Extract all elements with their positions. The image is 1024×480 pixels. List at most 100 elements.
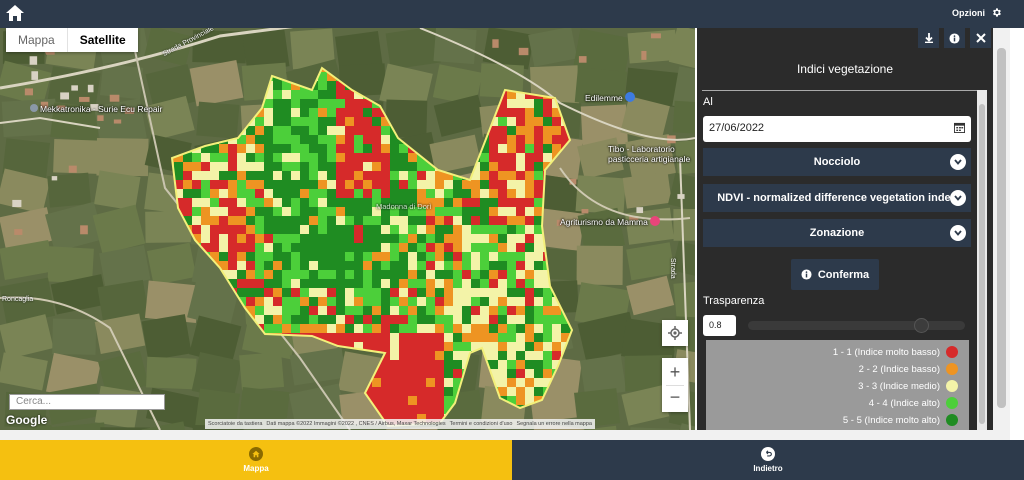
ndvi-cell	[282, 396, 291, 405]
transparency-slider[interactable]	[748, 318, 965, 333]
ndvi-cell	[507, 216, 516, 225]
ndvi-cell	[174, 351, 183, 360]
ndvi-cell	[561, 396, 570, 405]
poi-tibo[interactable]: Tibo - Laboratorio pasticceria artigiana…	[608, 144, 695, 164]
zoom-out-button[interactable]: −	[670, 386, 681, 412]
ndvi-cell	[300, 369, 309, 378]
ndvi-cell	[336, 207, 345, 216]
ndvi-cell	[183, 405, 192, 414]
ndvi-cell	[525, 198, 534, 207]
ndvi-cell	[345, 306, 354, 315]
ndvi-cell	[507, 68, 516, 72]
ndvi-cell	[453, 189, 462, 198]
ndvi-cell	[453, 405, 462, 414]
ndvi-cell	[390, 270, 399, 279]
poi-agriturismo[interactable]: Agriturismo da Mamma	[560, 216, 661, 227]
ndvi-cell	[300, 360, 309, 369]
ndvi-cell	[174, 378, 183, 387]
ndvi-cell	[246, 171, 255, 180]
ndvi-cell	[381, 369, 390, 378]
date-field[interactable]: 27/06/2022	[703, 116, 971, 142]
ndvi-cell	[408, 396, 417, 405]
ndvi-cell	[255, 261, 264, 270]
ndvi-cell	[552, 333, 561, 342]
search-input[interactable]: Cerca...	[9, 394, 165, 410]
ndvi-cell	[318, 171, 327, 180]
mode-select[interactable]: Zonazione	[703, 219, 971, 247]
page-scrollbar-thumb[interactable]	[997, 48, 1006, 408]
ndvi-cell	[372, 324, 381, 333]
ndvi-cell	[417, 68, 426, 72]
ndvi-cell	[336, 279, 345, 288]
ndvi-cell	[453, 342, 462, 351]
page-scrollbar[interactable]	[993, 28, 1010, 430]
crop-select[interactable]: Nocciolo	[703, 148, 971, 176]
tab-indietro[interactable]: Indietro	[512, 440, 1024, 480]
ndvi-zonation-overlay[interactable]	[0, 28, 695, 430]
ndvi-cell	[318, 207, 327, 216]
map-type-satellite[interactable]: Satellite	[66, 28, 138, 52]
terms-link[interactable]: Termini e condizioni d'uso	[450, 421, 513, 427]
ndvi-cell	[381, 378, 390, 387]
map-type-mappa[interactable]: Mappa	[6, 28, 67, 52]
ndvi-cell	[534, 72, 543, 81]
map-view[interactable]: Mekkatronika - Surie Ecu Repair Edilemme…	[0, 28, 695, 430]
ndvi-cell	[480, 243, 489, 252]
poi-edilemme[interactable]: Edilemme	[585, 92, 636, 103]
ndvi-cell	[354, 207, 363, 216]
ndvi-cell	[282, 369, 291, 378]
panel-scrollbar[interactable]	[977, 90, 987, 430]
slider-handle[interactable]	[914, 318, 930, 333]
confirm-button[interactable]: Conferma	[791, 259, 879, 290]
ndvi-cell	[300, 180, 309, 189]
ndvi-cell	[174, 126, 183, 135]
panel-scrollbar-thumb[interactable]	[979, 104, 985, 424]
ndvi-cell	[255, 279, 264, 288]
index-select[interactable]: NDVI - normalized difference vegetation …	[703, 184, 971, 212]
ndvi-cell	[435, 396, 444, 405]
ndvi-cell	[228, 324, 237, 333]
ndvi-cell	[291, 180, 300, 189]
ndvi-cell	[273, 207, 282, 216]
ndvi-cell	[381, 306, 390, 315]
ndvi-cell	[219, 117, 228, 126]
ndvi-cell	[327, 216, 336, 225]
ndvi-cell	[174, 234, 183, 243]
ndvi-cell	[318, 378, 327, 387]
zoom-in-button[interactable]: +	[670, 359, 681, 385]
ndvi-cell	[273, 171, 282, 180]
ndvi-cell	[291, 270, 300, 279]
ndvi-cell	[480, 342, 489, 351]
ndvi-cell	[228, 261, 237, 270]
poi-mekkatronika[interactable]: Mekkatronika - Surie Ecu Repair	[30, 104, 162, 114]
close-button[interactable]	[970, 28, 991, 48]
ndvi-cell	[210, 225, 219, 234]
ndvi-cell	[453, 216, 462, 225]
calendar-icon[interactable]	[954, 122, 965, 133]
ndvi-cell	[246, 378, 255, 387]
horizontal-scrollbar[interactable]	[0, 430, 1010, 440]
ndvi-cell	[372, 153, 381, 162]
transparency-input[interactable]: 0.8	[703, 315, 736, 336]
ndvi-cell	[300, 297, 309, 306]
ndvi-cell	[471, 72, 480, 81]
download-button[interactable]	[918, 28, 939, 48]
ndvi-cell	[183, 378, 192, 387]
ndvi-cell	[300, 90, 309, 99]
info-button[interactable]	[944, 28, 965, 48]
ndvi-cell	[273, 369, 282, 378]
ndvi-cell	[282, 153, 291, 162]
ndvi-cell	[372, 216, 381, 225]
ndvi-cell	[192, 90, 201, 99]
tab-mappa[interactable]: Mappa	[0, 440, 512, 480]
ndvi-cell	[255, 216, 264, 225]
ndvi-cell	[570, 90, 572, 99]
options-button[interactable]: Opzioni	[952, 7, 1002, 18]
my-location-button[interactable]	[662, 320, 688, 346]
ndvi-cell	[363, 315, 372, 324]
ndvi-cell	[426, 270, 435, 279]
keyboard-shortcuts-link[interactable]: Scorciatoie da tastiera	[208, 421, 262, 427]
report-error-link[interactable]: Segnala un errore nella mappa	[516, 421, 592, 427]
home-button[interactable]	[5, 3, 25, 23]
ndvi-cell	[300, 207, 309, 216]
